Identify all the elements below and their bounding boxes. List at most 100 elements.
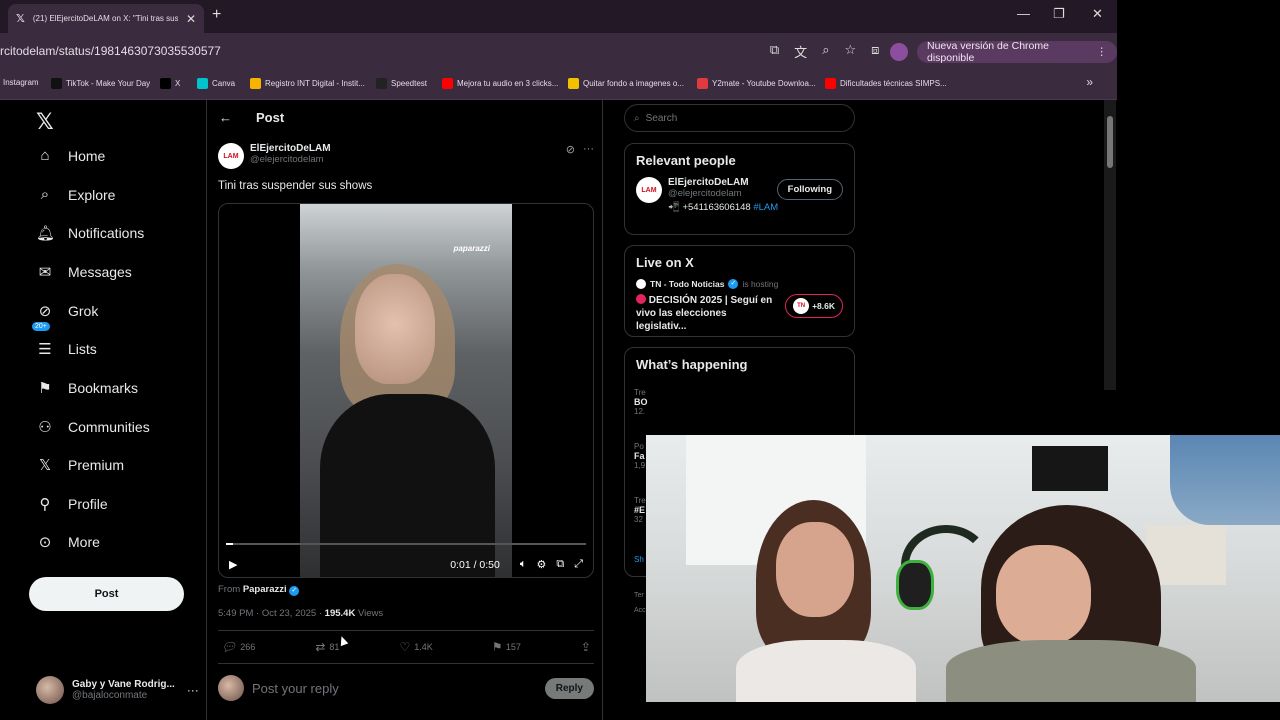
star-icon[interactable]: ☆	[844, 42, 856, 61]
bookmark-item[interactable]: Quitar fondo a imagenes o...	[568, 78, 684, 89]
browser-chrome: 𝕏 (21) ElEjercitoDeLAM on X: "Tini tras …	[0, 0, 1117, 100]
x-logo-icon[interactable]: 𝕏	[36, 109, 54, 135]
bookmark-favicon-icon	[51, 78, 62, 89]
author-name[interactable]: ElEjercitoDeLAM	[250, 143, 331, 154]
sidebar-item-bookmarks[interactable]: ⚑ Bookmarks	[36, 379, 138, 397]
bookmark-action[interactable]: ⚑ 157	[493, 640, 521, 654]
bookmark-icon: ⚑	[38, 380, 52, 397]
sidebar-item-home[interactable]: ⌂ Home	[36, 147, 105, 164]
bookmark-item[interactable]: TikTok - Make Your Day	[51, 78, 150, 89]
like-action[interactable]: ♡ 1.4K	[399, 640, 432, 654]
tn-logo-icon: TN	[793, 298, 810, 314]
share-action[interactable]: ⇪	[581, 640, 591, 654]
bookmark-item[interactable]: Registro INT Digital - Instit...	[250, 78, 365, 89]
more-dots-icon[interactable]: ···	[187, 683, 199, 697]
listener-count[interactable]: TN +8.6K	[785, 294, 843, 318]
page-scrollbar[interactable]	[1104, 100, 1116, 390]
author-avatar[interactable]: LAM	[218, 143, 244, 169]
sidebar-item-notifications[interactable]: 🔔︎ Notifications	[36, 224, 144, 242]
bio-phone: 📲 +541163606148	[668, 202, 751, 213]
bookmark-label: Y2mate - Youtube Downloa...	[712, 79, 816, 88]
restore-icon[interactable]: ❐	[1053, 6, 1065, 22]
reply-input[interactable]: Post your reply	[252, 681, 537, 696]
trend-item[interactable]: Po Fa 1,9	[634, 442, 645, 470]
bookmark-item[interactable]: Mejora tu audio en 3 clicks...	[442, 78, 558, 89]
bookmark-icon: ⚑	[492, 640, 502, 654]
live-text: DECISIÓN 2025 | Seguí en vivo las elecci…	[636, 295, 773, 332]
more-dots-icon[interactable]: ···	[583, 143, 594, 156]
sidebar-item-premium[interactable]: 𝕏 Premium	[36, 456, 124, 474]
bookmark-item[interactable]: Dificultades técnicas SIMPS...	[825, 78, 947, 89]
live-host[interactable]: TN - Todo Noticias ✓ is hosting	[636, 279, 843, 289]
bookmark-favicon-icon	[568, 78, 579, 89]
post-button[interactable]: Post	[29, 577, 184, 611]
install-icon[interactable]: ⧉	[770, 42, 779, 61]
bio-hashtag-link[interactable]: #LAM	[753, 202, 778, 213]
scrollbar-thumb[interactable]	[1107, 116, 1113, 168]
video-time: 0:01 / 0:50	[450, 558, 500, 571]
close-tab-icon[interactable]: ✕	[186, 12, 196, 26]
volume-icon[interactable]: 🔈︎	[520, 558, 527, 571]
search-input[interactable]: ⌕ Search	[624, 104, 855, 132]
grok-icon[interactable]: ⊘	[566, 143, 575, 156]
footer-link[interactable]: Acc	[634, 607, 646, 614]
sidebar-item-lists[interactable]: ☰ Lists	[36, 340, 97, 358]
sidebar-item-explore[interactable]: ⌕ Explore	[36, 186, 116, 203]
bookmark-item[interactable]: X	[160, 78, 180, 89]
repost-icon: ⇄	[315, 640, 326, 654]
kebab-menu-icon[interactable]: ⋮	[1097, 46, 1108, 58]
zoom-icon[interactable]: ⌕	[822, 42, 829, 61]
sidebar-item-profile[interactable]: ⚲ Profile	[36, 495, 108, 513]
author-handle[interactable]: @elejercitodelam	[250, 154, 331, 165]
trend-item[interactable]: Tre #E 32	[634, 496, 646, 524]
bookmark-item[interactable]: Y2mate - Youtube Downloa...	[697, 78, 816, 89]
bookmark-favicon-icon	[697, 78, 708, 89]
sidebar-item-communities[interactable]: ⚇ Communities	[36, 418, 149, 436]
sidebar-item-more[interactable]: ⊙ More	[36, 533, 100, 551]
video-player[interactable]: paparazzi ▶ 0:01 / 0:50 🔈︎ ⚙ ⧉ ⤢	[218, 203, 594, 578]
video-frame[interactable]: paparazzi	[300, 204, 512, 577]
video-scrubber[interactable]	[226, 543, 586, 545]
url-field[interactable]: rcitodelam/status/1981463073035530577	[0, 44, 221, 58]
following-button[interactable]: Following	[776, 179, 843, 200]
chrome-update-button[interactable]: Nueva versión de Chrome disponible ⋮	[917, 40, 1117, 64]
new-tab-icon[interactable]: +	[212, 6, 221, 24]
sidebar-item-messages[interactable]: ✉ Messages	[36, 263, 132, 281]
person-name[interactable]: ElEjercitoDeLAM	[668, 177, 778, 188]
repost-action[interactable]: ⇄ 81	[315, 640, 339, 654]
person-handle[interactable]: @elejercitodelam	[668, 188, 778, 199]
browser-tab[interactable]: 𝕏 (21) ElEjercitoDeLAM on X: "Tini tras …	[8, 4, 204, 33]
bell-icon: 🔔︎	[36, 225, 56, 242]
trend-item[interactable]: Tre BO 12.	[634, 388, 648, 416]
from-source-name[interactable]: Paparazzi	[243, 584, 287, 595]
grok-icon: ⊘	[38, 303, 52, 320]
play-icon[interactable]: ▶	[229, 558, 237, 571]
extensions-icon[interactable]: ⧈	[871, 42, 879, 61]
fullscreen-icon[interactable]: ⤢	[574, 558, 583, 571]
bookmark-item[interactable]: Canva	[197, 78, 235, 89]
bookmark-item[interactable]: Speedtest	[376, 78, 427, 89]
chevron-double-right-icon[interactable]: »	[1086, 75, 1093, 89]
translate-icon[interactable]: 文	[794, 42, 807, 61]
profile-avatar[interactable]	[890, 43, 908, 61]
relevant-person[interactable]: LAM ElEjercitoDeLAM @elejercitodelam 📲 +…	[636, 177, 843, 213]
sidebar-item-label: Premium	[68, 457, 125, 473]
verified-badge-icon: ✓	[728, 279, 739, 289]
reply-button[interactable]: Reply	[544, 677, 594, 699]
back-arrow-icon[interactable]: ←	[219, 110, 232, 125]
footer-link[interactable]: Ter	[634, 592, 644, 599]
reply-action[interactable]: 💬︎ 266	[221, 640, 255, 654]
person-avatar[interactable]: LAM	[636, 177, 662, 203]
tweet-text: Tini tras suspender sus shows	[218, 180, 373, 192]
close-window-icon[interactable]: ✕	[1092, 6, 1103, 22]
minimize-icon[interactable]: —	[1017, 6, 1030, 21]
pip-icon[interactable]: ⧉	[556, 558, 564, 571]
account-switcher[interactable]: Gaby y Vane Rodrig... @bajaloconmate ···	[36, 676, 206, 704]
live-space[interactable]: DECISIÓN 2025 | Seguí en vivo las elecci…	[636, 294, 843, 333]
tweet-timestamp[interactable]: 5:49 PM · Oct 23, 2025 ·	[218, 608, 325, 619]
bookmark-item[interactable]: Instagram	[3, 78, 39, 87]
show-more-link[interactable]: Sh	[634, 555, 644, 564]
sidebar-item-grok[interactable]: ⊘ Grok	[36, 302, 99, 320]
bookmark-favicon-icon	[250, 78, 261, 89]
settings-gear-icon[interactable]: ⚙	[536, 558, 546, 571]
